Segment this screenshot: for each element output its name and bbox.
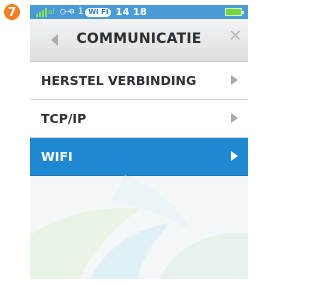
device-screen: al ○—⊖ 1 WI FI 14 18 COMMUNICATIE ✕ HERS… [30, 5, 248, 279]
chevron-right-icon [231, 113, 238, 123]
signal-label: al [48, 8, 55, 16]
close-icon[interactable]: ✕ [229, 28, 242, 44]
wifi-status-badge: WI FI [85, 7, 112, 17]
connection-key-icon: ○—⊖ 1 [60, 7, 83, 17]
chevron-right-icon [231, 75, 238, 85]
battery-icon [225, 8, 244, 16]
signal-strength-icon [36, 7, 47, 17]
background-logo-watermark [30, 175, 248, 279]
status-time: 14 18 [115, 6, 147, 18]
menu-item-label: HERSTEL VERBINDING [41, 73, 197, 88]
chevron-right-icon [231, 151, 238, 161]
menu-item-wifi[interactable]: WIFI [30, 138, 248, 176]
menu-item-tcp-ip[interactable]: TCP/IP [30, 100, 248, 138]
menu-item-label: TCP/IP [41, 111, 87, 126]
menu-item-label: WIFI [41, 149, 73, 164]
title-bar: COMMUNICATIE ✕ [30, 19, 248, 62]
page-title: COMMUNICATIE [76, 31, 202, 47]
menu-item-herstel-verbinding[interactable]: HERSTEL VERBINDING [30, 62, 248, 100]
status-bar: al ○—⊖ 1 WI FI 14 18 [30, 5, 248, 19]
step-number-badge: 7 [4, 4, 20, 20]
